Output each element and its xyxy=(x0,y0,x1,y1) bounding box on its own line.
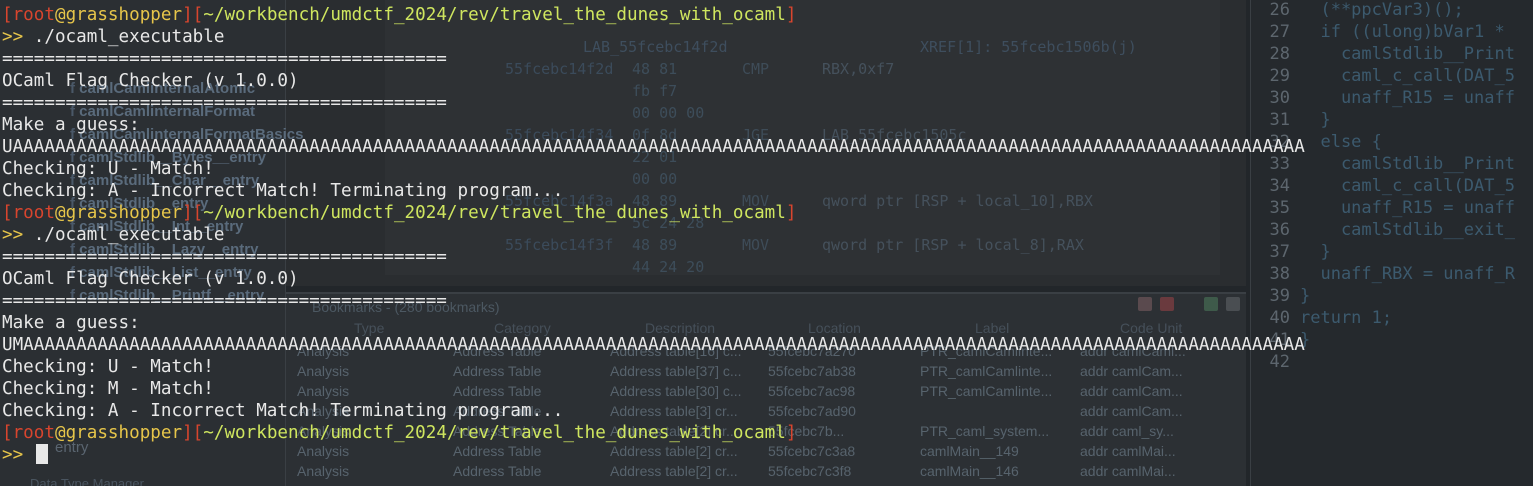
prompt-line: [root@grasshopper][~/workbench/umdctf_20… xyxy=(2,422,796,444)
prompt-bracket: ][ xyxy=(182,5,204,25)
output-line: Checking: M - Match! xyxy=(2,379,214,399)
output-line: Make a guess: xyxy=(2,313,140,333)
prompt-at: @ xyxy=(54,203,66,223)
command-text xyxy=(23,445,34,465)
command-line: >> ./ocaml_executable xyxy=(2,224,224,246)
prompt-path: ~/workbench/umdctf_2024/rev/travel_the_d… xyxy=(203,5,786,25)
output-line: ========================================… xyxy=(2,93,447,113)
output-line: UAAAAAAAAAAAAAAAAAAAAAAAAAAAAAAAAAAAAAAA… xyxy=(2,137,1305,157)
command-line: >> ./ocaml_executable xyxy=(2,26,224,48)
prompt-bracket: ] xyxy=(785,203,797,223)
output-line: ========================================… xyxy=(2,247,447,267)
prompt-path: ~/workbench/umdctf_2024/rev/travel_the_d… xyxy=(203,423,786,443)
prompt-host: grasshopper xyxy=(65,5,183,25)
prompt-host: grasshopper xyxy=(65,203,183,223)
output-line: ========================================… xyxy=(2,291,447,311)
prompt-line: [root@grasshopper][~/workbench/umdctf_20… xyxy=(2,202,796,224)
prompt-path: ~/workbench/umdctf_2024/rev/travel_the_d… xyxy=(203,203,786,223)
output-line: Checking: A - Incorrect Match! Terminati… xyxy=(2,181,564,201)
prompt-user: root xyxy=(12,5,55,25)
output-line: Checking: U - Match! xyxy=(2,357,214,377)
prompt-host: grasshopper xyxy=(65,423,183,443)
output-line: OCaml Flag Checker (v 1.0.0) xyxy=(2,71,299,91)
output-line: ========================================… xyxy=(2,49,447,69)
prompt-line: [root@grasshopper][~/workbench/umdctf_20… xyxy=(2,4,796,26)
output-line: Checking: A - Incorrect Match! Terminati… xyxy=(2,401,564,421)
output-line: OCaml Flag Checker (v 1.0.0) xyxy=(2,269,299,289)
prompt-at: @ xyxy=(54,5,66,25)
prompt-user: root xyxy=(12,423,55,443)
terminal[interactable]: [root@grasshopper][~/workbench/umdctf_20… xyxy=(0,0,1533,486)
prompt-bracket: ] xyxy=(785,423,797,443)
terminal-cursor xyxy=(36,444,48,464)
output-line: Checking: U - Match! xyxy=(2,159,214,179)
output-line: Make a guess: xyxy=(2,115,140,135)
prompt-symbol: >> xyxy=(2,445,24,465)
prompt-bracket: [ xyxy=(2,423,13,443)
command-text: ./ocaml_executable xyxy=(23,27,225,47)
command-text: ./ocaml_executable xyxy=(23,225,225,245)
prompt-symbol: >> xyxy=(2,27,24,47)
prompt-bracket: ][ xyxy=(182,203,204,223)
command-line: >> xyxy=(2,444,34,466)
output-line: UMAAAAAAAAAAAAAAAAAAAAAAAAAAAAAAAAAAAAAA… xyxy=(2,335,1305,355)
prompt-bracket: [ xyxy=(2,203,13,223)
prompt-at: @ xyxy=(54,423,66,443)
prompt-bracket: ][ xyxy=(182,423,204,443)
prompt-bracket: [ xyxy=(2,5,13,25)
prompt-bracket: ] xyxy=(785,5,797,25)
prompt-user: root xyxy=(12,203,55,223)
prompt-symbol: >> xyxy=(2,225,24,245)
